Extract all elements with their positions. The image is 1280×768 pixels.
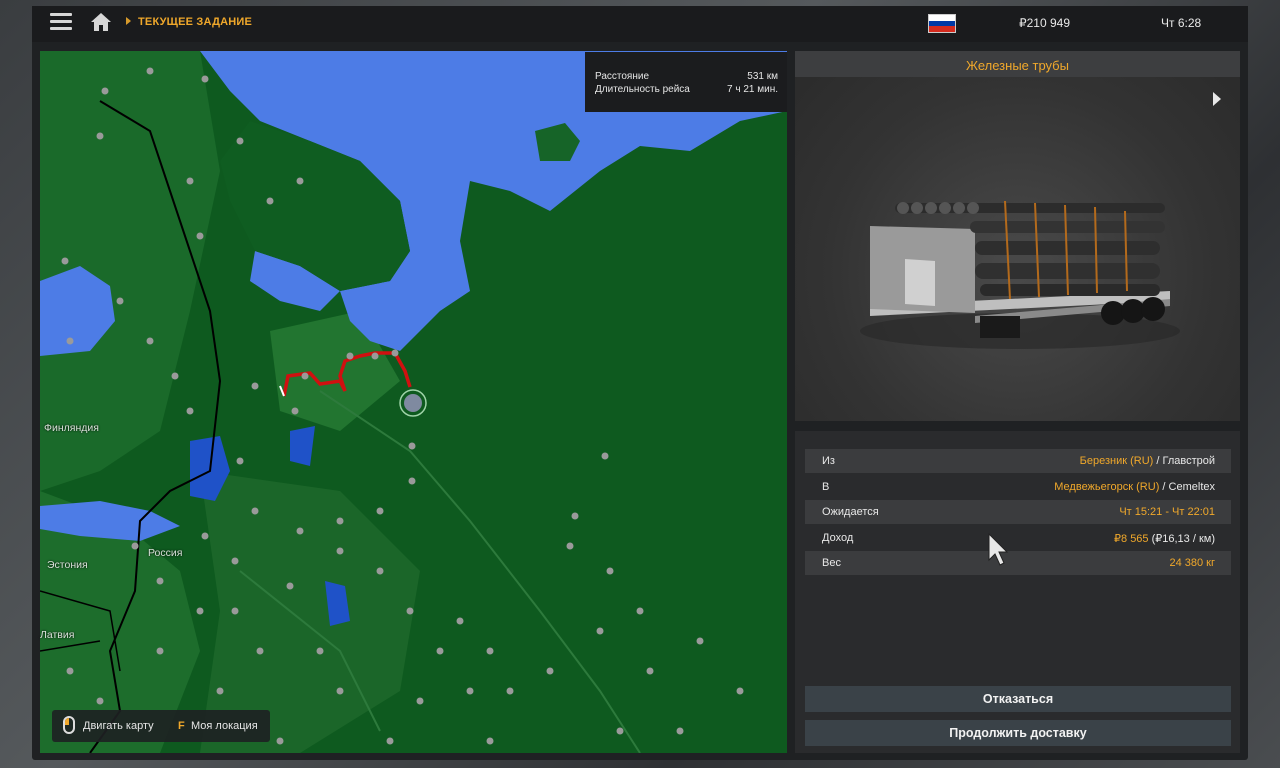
to-label: В bbox=[822, 481, 830, 493]
game-clock: Чт 6:28 bbox=[1161, 16, 1202, 30]
breadcrumb-arrow-icon bbox=[126, 17, 131, 25]
to-city: Медвежьегорск (RU) bbox=[1054, 481, 1160, 493]
map-label-russia: Россия bbox=[148, 547, 183, 559]
income-row: Доход ₽8 565 (₽16,13 / км) bbox=[805, 526, 1231, 550]
to-row: В Медвежьегорск (RU) / Cemeltex bbox=[805, 475, 1231, 499]
mouse-cursor-icon bbox=[988, 533, 1009, 566]
cargo-preview bbox=[795, 51, 1240, 421]
my-location-hint[interactable]: Моя локация bbox=[191, 720, 258, 732]
map-label-estonia: Эстония bbox=[47, 559, 88, 571]
from-company: / Главстрой bbox=[1153, 455, 1215, 467]
key-f-icon: F bbox=[178, 720, 185, 732]
distance-label: Расстояние bbox=[595, 71, 650, 82]
home-icon[interactable] bbox=[90, 12, 112, 32]
weight-value: 24 380 кг bbox=[1169, 557, 1215, 569]
distance-value: 531 км bbox=[747, 71, 778, 82]
duration-label: Длительность рейса bbox=[595, 84, 690, 95]
weight-label: Вес bbox=[822, 557, 841, 569]
breadcrumb: ТЕКУЩЕЕ ЗАДАНИЕ bbox=[138, 16, 253, 28]
expected-row: Ожидается Чт 15:21 - Чт 22:01 bbox=[805, 500, 1231, 524]
route-info-box: Расстояние 531 км Длительность рейса 7 ч… bbox=[585, 52, 787, 112]
to-value: Медвежьегорск (RU) / Cemeltex bbox=[1054, 481, 1215, 493]
from-label: Из bbox=[822, 455, 835, 467]
money-balance: ₽210 949 bbox=[1019, 16, 1071, 30]
mouse-icon bbox=[63, 716, 75, 734]
income-value: ₽8 565 bbox=[1114, 533, 1149, 545]
next-arrow-icon[interactable] bbox=[1213, 92, 1221, 106]
map-label-finland: Финляндия bbox=[44, 422, 99, 434]
income-label: Доход bbox=[822, 532, 854, 544]
income-value-group: ₽8 565 (₽16,13 / км) bbox=[1114, 532, 1215, 545]
income-rate: (₽16,13 / км) bbox=[1148, 533, 1215, 545]
menu-icon[interactable] bbox=[50, 13, 72, 31]
expected-label: Ожидается bbox=[822, 506, 879, 518]
to-company: / Cemeltex bbox=[1159, 481, 1215, 493]
map-controls-hint: Двигать карту F Моя локация bbox=[52, 710, 270, 742]
decline-button[interactable]: Отказаться bbox=[805, 686, 1231, 712]
map-label-latvia: Латвия bbox=[40, 629, 75, 641]
from-value: Березник (RU) / Главстрой bbox=[1080, 455, 1215, 467]
from-row: Из Березник (RU) / Главстрой bbox=[805, 449, 1231, 473]
distance-row: Расстояние 531 км bbox=[595, 71, 778, 82]
from-city: Березник (RU) bbox=[1079, 455, 1154, 467]
continue-delivery-button[interactable]: Продолжить доставку bbox=[805, 720, 1231, 746]
duration-row: Длительность рейса 7 ч 21 мин. bbox=[595, 84, 778, 95]
russia-flag-icon bbox=[928, 14, 956, 33]
move-map-hint[interactable]: Двигать карту bbox=[83, 720, 154, 732]
expected-value: Чт 15:21 - Чт 22:01 bbox=[1119, 506, 1215, 518]
duration-value: 7 ч 21 мин. bbox=[727, 84, 778, 95]
route-map[interactable] bbox=[40, 51, 787, 753]
weight-row: Вес 24 380 кг bbox=[805, 551, 1231, 575]
trailer-image bbox=[860, 200, 1180, 349]
cargo-title: Железные трубы bbox=[966, 58, 1069, 73]
